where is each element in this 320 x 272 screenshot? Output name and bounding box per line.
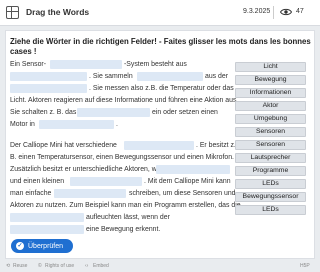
drop-zone[interactable] xyxy=(50,60,122,69)
text-p1-l1b: -System besteht aus xyxy=(124,61,187,68)
text-p2-l1b: . Er besitzt z. xyxy=(196,142,236,149)
drop-zone[interactable] xyxy=(10,213,84,222)
check-button-label: Überprüfen xyxy=(28,242,64,250)
draggable-word[interactable]: Bewegungssensor xyxy=(235,192,306,202)
embed-icon: ‹› xyxy=(85,263,89,269)
draggable-word[interactable]: Sensoren xyxy=(235,140,306,150)
text-p1-l2a: . Sie sammeln xyxy=(89,73,133,80)
drop-zone[interactable] xyxy=(137,72,203,81)
text-p1-l2b: aus der xyxy=(205,73,228,80)
h5p-logo: H5P xyxy=(300,263,310,269)
drop-zone[interactable] xyxy=(124,141,194,150)
text-p2-l6: Aktoren zu nutzen. Zum Beispiel kann man… xyxy=(10,202,241,209)
draggable-word[interactable]: LEDs xyxy=(235,179,306,189)
text-p1-l6a: Motor in xyxy=(10,121,35,128)
text-p1-l3a: . Sie messen also z.B. die Temperatur od… xyxy=(89,85,234,92)
draggable-word[interactable]: Aktor xyxy=(235,101,306,111)
draggable-word[interactable]: Informationen xyxy=(235,88,306,98)
footer-bar: ⟲ Reuse © Rights of use ‹› Embed H5P xyxy=(0,261,320,272)
draggable-word[interactable]: LEDs xyxy=(235,205,306,215)
draggable-word[interactable]: Lautsprecher xyxy=(235,153,306,163)
text-p1-l6b: . xyxy=(116,121,118,128)
text-p2-l5b: schreiben, um diese Sensoren und xyxy=(129,190,236,197)
date-label: 9.3.2025 xyxy=(243,8,271,15)
drop-zone[interactable] xyxy=(156,165,230,174)
divider xyxy=(273,6,274,19)
draggable-word[interactable]: Licht xyxy=(235,62,306,72)
text-p1-l5a: Sie schalten z. B. das xyxy=(10,109,77,116)
exercise-card: Ziehe die Wörter in die richtigen Felder… xyxy=(5,30,315,259)
drop-zone[interactable] xyxy=(39,120,114,129)
text-p1-l1a: Ein Sensor- xyxy=(10,61,47,68)
drop-zone[interactable] xyxy=(54,189,126,198)
draggable-word[interactable]: Umgebung xyxy=(235,114,306,124)
header-bar: Drag the Words 9.3.2025 47 xyxy=(0,0,320,26)
drop-zone[interactable] xyxy=(10,84,87,93)
page-title: Drag the Words xyxy=(26,7,90,17)
reuse-link[interactable]: Reuse xyxy=(13,263,27,269)
text-p2-l4b: . Mit dem Calliope Mini kann xyxy=(144,178,231,185)
check-button[interactable]: ✓ Überprüfen xyxy=(11,239,73,253)
eye-icon xyxy=(280,8,292,16)
text-p2-l2: B. einen Temperatursensor, einen Bewegun… xyxy=(10,154,234,161)
text-p2-l5a: man einfache xyxy=(10,190,52,197)
text-p2-l3a: Zusätzlich besitzt er unterschiedliche A… xyxy=(10,166,163,173)
text-p1-l4: Licht. Aktoren reagieren auf diese Infor… xyxy=(10,97,239,104)
reuse-icon: ⟲ xyxy=(6,263,11,269)
drop-zone[interactable] xyxy=(77,108,150,117)
text-p2-l8b: eine Bewegung erkennt. xyxy=(86,226,161,233)
text-p1-l5b: ein oder setzen einen xyxy=(152,109,218,116)
drop-zone[interactable] xyxy=(10,225,84,234)
draggable-word[interactable]: Bewegung xyxy=(235,75,306,85)
text-p2-l1a: Der Calliope Mini hat verschiedene xyxy=(10,142,117,149)
task-instruction: Ziehe die Wörter in die richtigen Felder… xyxy=(10,37,311,56)
grid-icon xyxy=(6,6,19,19)
rights-icon: © xyxy=(38,263,42,269)
check-circle-icon: ✓ xyxy=(16,242,24,250)
rights-link[interactable]: Rights of use xyxy=(45,263,74,269)
drop-zone[interactable] xyxy=(10,72,87,81)
drop-zone[interactable] xyxy=(70,177,142,186)
view-count: 47 xyxy=(296,8,304,15)
draggable-word[interactable]: Sensoren xyxy=(235,127,306,137)
text-p2-l7b: aufleuchten lässt, wenn der xyxy=(86,214,170,221)
embed-link[interactable]: Embed xyxy=(93,263,109,269)
draggable-word[interactable]: Programme xyxy=(235,166,306,176)
text-p2-l4a: und einen kleinen xyxy=(10,178,65,185)
